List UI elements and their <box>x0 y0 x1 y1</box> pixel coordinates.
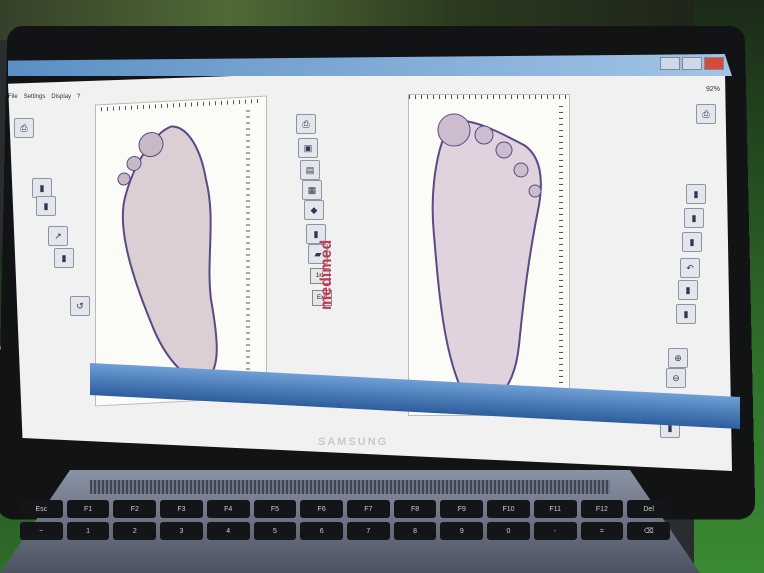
left-foot-panel <box>95 95 267 407</box>
right-ruler-side <box>559 101 563 401</box>
zoom-label: 92% <box>706 86 721 93</box>
right-foot-panel <box>408 94 570 416</box>
medimed-logo: medimed <box>318 239 335 310</box>
key[interactable]: 9 <box>440 522 484 540</box>
speaker-grille <box>90 480 610 494</box>
key[interactable]: 0 <box>487 522 530 540</box>
key[interactable]: 7 <box>347 522 390 540</box>
left-ruler-side <box>246 107 250 388</box>
foot-icon[interactable]: ▮ <box>684 208 704 228</box>
key[interactable]: F3 <box>160 500 203 518</box>
right-foot-image <box>431 113 542 403</box>
key[interactable]: F8 <box>393 500 437 518</box>
arrow-icon[interactable]: ↶ <box>680 258 700 278</box>
key[interactable]: 2 <box>113 522 157 540</box>
foot-icon[interactable]: ▮ <box>682 232 702 252</box>
key[interactable]: Del <box>627 500 670 518</box>
close-button[interactable] <box>704 57 724 70</box>
minimize-button[interactable] <box>660 57 680 70</box>
scan-icon[interactable]: ⎙ <box>14 118 34 138</box>
foot-icon[interactable]: ▦ <box>302 180 322 200</box>
arrow-icon[interactable]: ◆ <box>304 200 324 220</box>
zoom-in-icon[interactable]: ⊕ <box>668 348 688 368</box>
foot-icon[interactable]: ▣ <box>298 138 318 158</box>
key[interactable]: F6 <box>300 500 343 518</box>
foot-icon[interactable]: ▮ <box>686 184 706 204</box>
menu-settings[interactable]: Settings <box>24 94 46 100</box>
key[interactable]: ⌫ <box>627 522 670 540</box>
key[interactable]: 3 <box>160 522 203 540</box>
foot-icon[interactable]: ▮ <box>678 280 698 300</box>
key[interactable]: 1 <box>66 522 110 540</box>
left-foot-image <box>117 125 218 382</box>
key[interactable]: F11 <box>533 500 577 518</box>
key[interactable]: Esc <box>20 500 63 518</box>
foot-icon[interactable]: ▮ <box>676 304 696 324</box>
menu-help[interactable]: ? <box>77 94 80 100</box>
key[interactable]: 4 <box>206 522 250 540</box>
key[interactable]: = <box>580 522 624 540</box>
menu-display[interactable]: Display <box>51 94 71 100</box>
scan-icon[interactable]: ⎙ <box>296 114 316 134</box>
foot-icon[interactable]: ▤ <box>300 160 320 180</box>
arrow-icon[interactable]: ↗ <box>48 226 68 246</box>
foot-icon[interactable]: ▮ <box>36 196 56 216</box>
menu-file[interactable]: File <box>8 94 18 100</box>
keyboard-keys: Esc F1 F2 F3 F4 F5 F6 F7 F8 F9 F10 F11 F… <box>20 500 670 540</box>
key[interactable]: F1 <box>66 500 110 518</box>
samsung-logo: SAMSUNG <box>318 436 389 448</box>
key[interactable]: 8 <box>393 522 437 540</box>
key[interactable]: - <box>533 522 577 540</box>
key[interactable]: 6 <box>300 522 343 540</box>
key[interactable]: F7 <box>347 500 390 518</box>
key[interactable]: ~ <box>20 522 63 540</box>
arrow-icon[interactable]: ↺ <box>70 296 90 316</box>
key[interactable]: F9 <box>440 500 484 518</box>
key[interactable]: 5 <box>253 522 297 540</box>
key[interactable]: F2 <box>113 500 157 518</box>
foot-icon[interactable]: ▮ <box>54 248 74 268</box>
camera-icon[interactable]: ⎙ <box>696 104 716 124</box>
maximize-button[interactable] <box>682 57 702 70</box>
key[interactable]: F10 <box>487 500 530 518</box>
right-ruler-top <box>409 95 569 99</box>
key[interactable]: F5 <box>253 500 297 518</box>
foot-icon[interactable]: ▮ <box>32 178 52 198</box>
zoom-out-icon[interactable]: ⊖ <box>666 368 686 388</box>
window-controls <box>660 57 724 70</box>
menu-bar: File Settings Display ? <box>8 94 80 100</box>
key[interactable]: F12 <box>580 500 624 518</box>
key[interactable]: F4 <box>206 500 250 518</box>
